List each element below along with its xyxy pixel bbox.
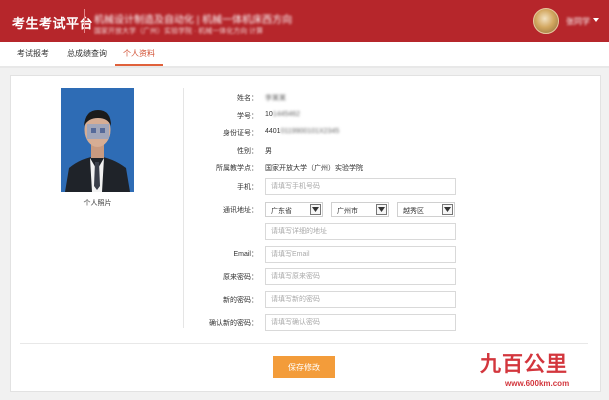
person-photo-icon [61,88,134,192]
gender-label: 性别： [237,148,258,155]
user-avatar-icon[interactable] [533,8,559,34]
id-card-prefix: 4401 [265,128,281,135]
name-value: 李某某 [265,95,286,102]
old-password-label: 原来密码： [223,274,258,281]
confirm-password-input[interactable] [265,314,456,331]
active-tab-indicator [115,64,163,66]
address-label: 通讯地址： [223,207,258,214]
header-subtitle2-blurred: 国家开放大学（广州）实验学院 · 机械一体化方向 计算 [94,28,264,35]
chevron-down-icon [376,204,387,215]
phone-label: 手机： [237,184,258,191]
watermark-logo: 九百公里 [480,353,568,376]
student-id-prefix: 10 [265,111,273,118]
new-password-input[interactable] [265,291,456,308]
student-id-value: 101445462 [265,111,300,118]
vertical-divider [183,88,184,328]
address-detail-input[interactable] [265,223,456,240]
form-footer-divider [20,343,588,344]
user-name[interactable]: 张同学 [566,16,590,27]
old-password-input[interactable] [265,268,456,285]
user-menu-caret-icon[interactable] [593,18,599,22]
student-id-label: 学号： [237,113,258,120]
province-select[interactable]: 广东省 [265,202,323,217]
tab-bar: 考试报考 总成绩查询 个人资料 [0,42,609,68]
email-label: Email： [233,251,258,258]
id-card-label: 身份证号： [223,130,258,137]
province-value: 广东省 [271,208,292,215]
gender-value: 男 [265,148,272,155]
tab-personal-info[interactable]: 个人资料 [123,48,155,59]
id-card-blurred: 0119900101X2345 [280,128,340,135]
school-value: 国家开放大学（广州）实验学院 [265,165,363,172]
student-id-blurred: 1445462 [272,111,301,118]
tab-score-query[interactable]: 总成绩查询 [67,48,107,59]
phone-input[interactable] [265,178,456,195]
confirm-password-label: 确认新的密码： [209,320,258,327]
app-title: 考生考试平台 [12,16,94,31]
city-value: 广州市 [337,208,358,215]
watermark-url: www.600km.com [505,379,570,388]
school-label: 所属教学点： [216,165,258,172]
chevron-down-icon [442,204,453,215]
top-header: 考生考试平台 机械设计制造及自动化 | 机械一体机床西方向 国家开放大学（广州）… [0,0,609,42]
chevron-down-icon [310,204,321,215]
header-divider [84,9,85,33]
photo-label: 个人照片 [83,200,112,207]
email-input[interactable] [265,246,456,263]
tab-exam-registration[interactable]: 考试报考 [17,48,49,59]
id-card-value: 44010119900101X2345 [265,128,339,135]
profile-photo [61,88,134,192]
district-value: 越秀区 [403,208,424,215]
name-label: 姓名： [237,95,258,102]
header-subtitle-blurred: 机械设计制造及自动化 | 机械一体机床西方向 [94,15,293,26]
city-select[interactable]: 广州市 [331,202,389,217]
district-select[interactable]: 越秀区 [397,202,455,217]
save-changes-button[interactable]: 保存修改 [273,356,335,378]
new-password-label: 新的密码： [223,297,258,304]
